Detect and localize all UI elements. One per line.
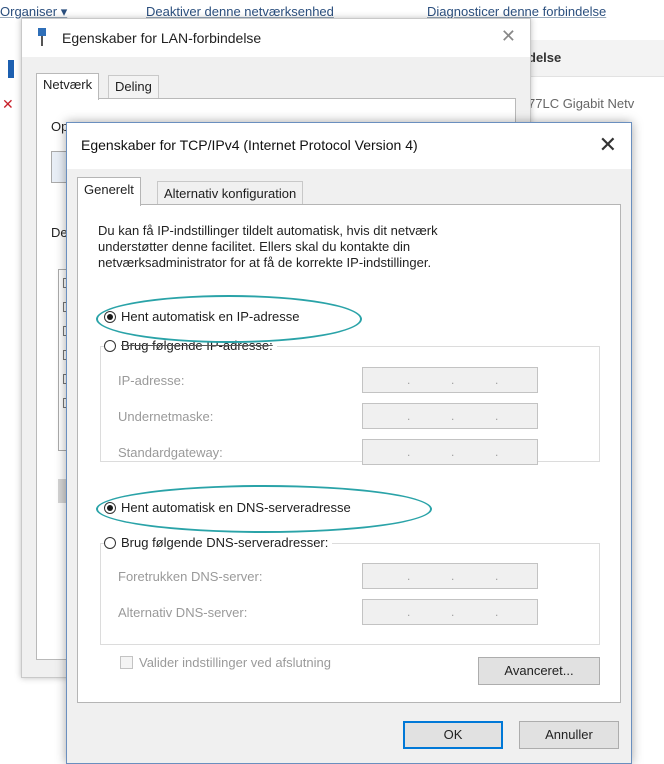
checkbox-unchecked-icon <box>120 656 133 669</box>
ip-address-field[interactable]: ... <box>362 367 538 393</box>
ip-address-label: IP-adresse: <box>118 373 185 388</box>
ok-button[interactable]: OK <box>403 721 503 749</box>
radio-selected-icon <box>104 501 116 514</box>
lan-window-title: Egenskaber for LAN-forbindelse <box>62 30 262 46</box>
default-gateway-label: Standardgateway: <box>118 445 223 460</box>
close-icon[interactable]: ✕ <box>599 132 617 158</box>
intro-text: Du kan få IP-indstillinger tildelt autom… <box>98 223 438 270</box>
disabled-x-icon: ✕ <box>2 96 14 112</box>
network-adapter-icon <box>8 60 14 78</box>
alternate-dns-field[interactable]: ... <box>362 599 538 625</box>
preferred-dns-field[interactable]: ... <box>362 563 538 589</box>
dialog-title-bar: Egenskaber for TCP/IPv4 (Internet Protoc… <box>67 123 631 169</box>
lan-close-icon[interactable]: ✕ <box>501 26 516 47</box>
dns-auto-radio[interactable]: Hent automatisk en DNS-serveradresse <box>104 500 351 515</box>
preferred-dns-label: Foretrukken DNS-server: <box>118 569 263 584</box>
tab-alternate-config[interactable]: Alternativ konfiguration <box>157 181 304 206</box>
tab-general[interactable]: Generelt <box>77 177 141 206</box>
advanced-button[interactable]: Avanceret... <box>478 657 600 685</box>
subnet-mask-field[interactable]: ... <box>362 403 538 429</box>
default-gateway-field[interactable]: ... <box>362 439 538 465</box>
dns-manual-group <box>100 543 600 645</box>
disable-device-link[interactable]: Deaktiver denne netværksenhed <box>146 4 334 19</box>
subnet-mask-label: Undernetmaske: <box>118 409 214 424</box>
cancel-button[interactable]: Annuller <box>519 721 619 749</box>
alternate-dns-label: Alternativ DNS-server: <box>118 605 248 620</box>
lan-title-bar: Egenskaber for LAN-forbindelse ✕ <box>22 19 530 57</box>
ip-manual-radio[interactable]: Brug følgende IP-adresse: <box>104 338 277 353</box>
ip-auto-radio[interactable]: Hent automatisk en IP-adresse <box>104 309 299 324</box>
column-header[interactable]: delse <box>520 40 664 77</box>
network-plug-icon <box>38 28 46 46</box>
tcpip-properties-dialog: Egenskaber for TCP/IPv4 (Internet Protoc… <box>66 122 632 764</box>
radio-selected-icon <box>104 310 116 323</box>
dialog-title: Egenskaber for TCP/IPv4 (Internet Protoc… <box>81 137 418 153</box>
list-item[interactable]: 77LC Gigabit Netv <box>528 96 634 111</box>
diagnose-link[interactable]: Diagnosticer denne forbindelse <box>427 4 606 19</box>
validate-checkbox[interactable]: Valider indstillinger ved afslutning <box>120 655 331 670</box>
tab-network[interactable]: Netværk <box>36 73 100 100</box>
radio-unselected-icon <box>104 339 116 352</box>
radio-unselected-icon <box>104 536 116 549</box>
explorer-left-icons: ✕ <box>0 40 20 130</box>
tab-sharing[interactable]: Deling <box>108 75 159 98</box>
dns-manual-radio[interactable]: Brug følgende DNS-serveradresser: <box>104 535 333 550</box>
general-tab-panel: Du kan få IP-indstillinger tildelt autom… <box>77 204 621 703</box>
